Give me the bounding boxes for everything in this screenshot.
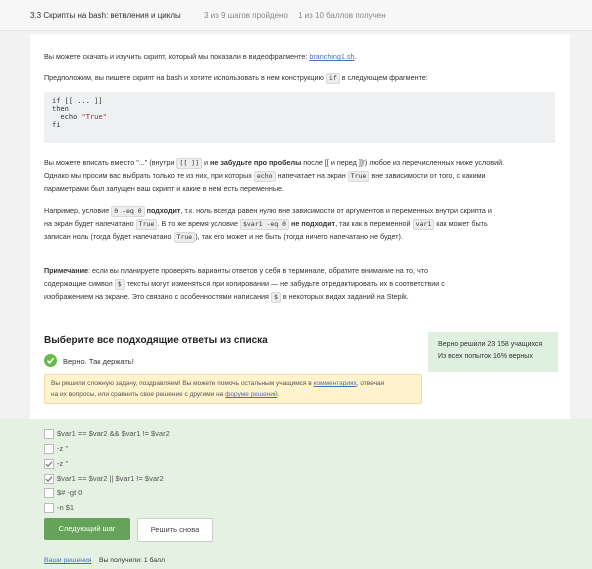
checkbox[interactable] [44,488,54,498]
score-text: Вы получили: 1 балл [99,557,165,564]
steps-progress: 3 из 9 шагов пройдено [204,11,288,20]
answer-options-area [0,419,592,569]
paragraph-download: Вы можете скачать и изучить скрипт, кото… [44,52,357,61]
next-step-button[interactable]: Следующий шаг [44,518,130,540]
paragraph-note-2: содержащие символ $ тексты могут изменят… [44,279,445,290]
script-link[interactable]: branching1.sh [309,52,354,61]
checkbox[interactable] [44,429,54,439]
paragraph-instructions-3: параметрами был запущен ваш скрипт и как… [44,184,285,193]
paragraph-example-2: на экран будет напечатано True. В то же … [44,219,488,230]
comments-link[interactable]: комментариях [314,380,357,387]
checkbox-checked[interactable] [44,474,54,484]
checkbox-checked[interactable] [44,459,54,469]
paragraph-note-3: изображением на экране. Это связано с ос… [44,292,409,303]
your-solutions-link[interactable]: Ваши решения [44,557,91,564]
paragraph-instructions-2: Однако мы просим вас выбрать только те и… [44,171,486,182]
paragraph-note-1: Примечание: если вы планируете проверять… [44,266,428,275]
checkbox[interactable] [44,444,54,454]
checkmark-icon [45,476,53,483]
score-progress: 1 из 10 баллов получен [298,11,386,20]
step-content: Вы можете скачать и изучить скрипт, кото… [30,34,570,419]
paragraph-instructions-1: Вы можете вписать вместо "..." (внутри [… [44,158,505,169]
check-circle-icon [44,354,57,367]
paragraph-intro: Предположим, вы пишете скрипт на bash и … [44,73,428,84]
paragraph-example-1: Например, условие 0 -eq 0 подходит, т.к.… [44,206,492,217]
solutions-forum-link[interactable]: форуме решений [225,391,277,398]
paragraph-example-3: записан ноль (тогда будет напечатано Tru… [44,232,403,243]
correct-text: Верно. Так держать! [63,357,134,366]
top-bar: 3.3 Скрипты на bash: ветвления и циклы 3… [0,0,592,31]
retry-button[interactable]: Решить снова [137,518,213,542]
checkbox[interactable] [44,503,54,513]
quiz-title: Выберите все подходящие ответы из списка [44,335,268,346]
stats-box: Верно решили 23 158 учащихся Из всех поп… [428,332,558,372]
stats-solved: Верно решили 23 158 учащихся [438,341,543,348]
checkmark-icon [45,461,53,468]
code-block: if [[ ... ]] then echo "True" fi [44,92,555,143]
stats-percent: Из всех попыток 16% верных [438,353,533,360]
congrats-notice: Вы решили сложную задачу, поздравляем! В… [44,374,422,404]
lesson-title: 3.3 Скрипты на bash: ветвления и циклы [30,11,181,20]
